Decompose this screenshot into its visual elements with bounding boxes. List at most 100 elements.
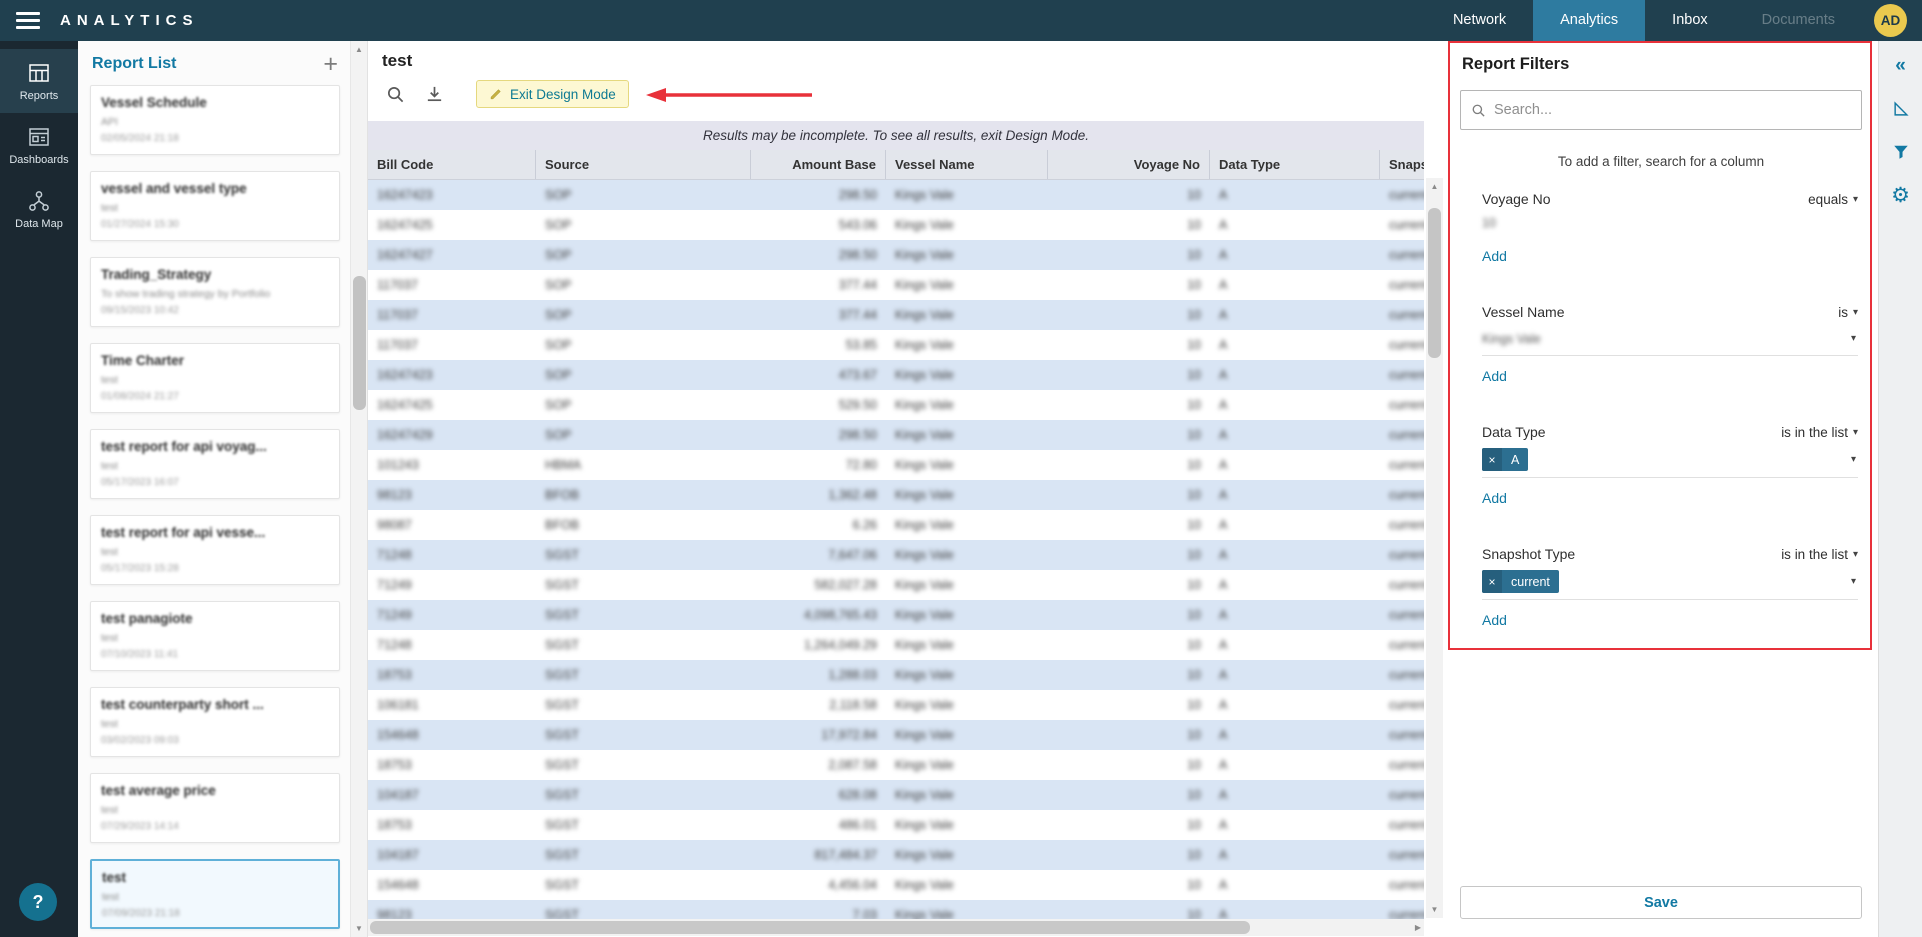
scroll-up-icon[interactable]: ▲: [351, 45, 367, 54]
top-nav-inbox[interactable]: Inbox: [1645, 0, 1734, 41]
cell-vessel-name: Kings Vale: [886, 180, 1048, 210]
table-row[interactable]: 71248SGST1,264,049.29Kings Vale10Acurren…: [368, 630, 1424, 660]
report-card[interactable]: test average pricetest07/29/2023 14:14: [90, 773, 340, 843]
filter-operator-value: is in the list: [1781, 425, 1848, 440]
table-row[interactable]: 71249SGST582,027.28Kings Vale10Acurrent: [368, 570, 1424, 600]
table-horizontal-scrollbar-thumb[interactable]: [370, 921, 1250, 934]
column-header-voyage-no[interactable]: Voyage No: [1048, 150, 1210, 179]
cell-snapshot-type: current: [1380, 780, 1424, 810]
table-vertical-scrollbar[interactable]: ▲ ▼: [1426, 178, 1443, 918]
table-horizontal-scrollbar[interactable]: ▶: [368, 919, 1424, 936]
collapse-panel-icon[interactable]: «: [1888, 53, 1914, 79]
top-nav-analytics[interactable]: Analytics: [1533, 0, 1645, 41]
filter-search-input[interactable]: [1494, 102, 1851, 118]
table-row[interactable]: 98123BFOB1,362.48Kings Vale10Acurrent: [368, 480, 1424, 510]
search-icon[interactable]: [386, 85, 405, 104]
filter-operator-dropdown[interactable]: is▾: [1838, 305, 1858, 320]
filter-value-input[interactable]: 10: [1482, 216, 1858, 236]
table-row[interactable]: 71249SGST4,098,765.43Kings Vale10Acurren…: [368, 600, 1424, 630]
table-row[interactable]: 16247423SOP473.67Kings Vale10Acurrent: [368, 360, 1424, 390]
filter-value-dropdown[interactable]: ×A▾: [1482, 448, 1858, 478]
filter-chip-label: A: [1502, 448, 1528, 471]
table-row[interactable]: 117037SOP377.44Kings Vale10Acurrent: [368, 300, 1424, 330]
report-list-scrollbar[interactable]: ▲ ▼: [350, 41, 367, 937]
table-row[interactable]: 101243HBMA72.80Kings Vale10Acurrent: [368, 450, 1424, 480]
table-row[interactable]: 16247429SOP298.50Kings Vale10Acurrent: [368, 420, 1424, 450]
table-row[interactable]: 18753SGST1,288.03Kings Vale10Acurrent: [368, 660, 1424, 690]
column-header-source[interactable]: Source: [536, 150, 751, 179]
scroll-up-icon[interactable]: ▲: [1426, 182, 1443, 191]
filter-value-dropdown[interactable]: Kings Vale▾: [1482, 328, 1858, 356]
filter-operator-dropdown[interactable]: equals▾: [1808, 192, 1858, 207]
table-row[interactable]: 16247425SOP543.06Kings Vale10Acurrent: [368, 210, 1424, 240]
table-row[interactable]: 16247423SOP298.50Kings Vale10Acurrent: [368, 180, 1424, 210]
filter-group-vessel-name: Vessel Nameis▾Kings Vale▾Add: [1482, 304, 1858, 384]
filter-value-dropdown[interactable]: ×current▾: [1482, 570, 1858, 600]
scroll-down-icon[interactable]: ▼: [351, 924, 367, 933]
cell-bill-code: 104187: [368, 840, 536, 870]
filter-operator-dropdown[interactable]: is in the list▾: [1781, 425, 1858, 440]
report-card[interactable]: Trading_StrategyTo show trading strategy…: [90, 257, 340, 327]
add-filter-value-link[interactable]: Add: [1482, 490, 1507, 506]
add-filter-value-link[interactable]: Add: [1482, 248, 1507, 264]
top-nav-documents[interactable]: Documents: [1735, 0, 1862, 41]
filter-operator-dropdown[interactable]: is in the list▾: [1781, 547, 1858, 562]
table-row[interactable]: 18753SGST486.01Kings Vale10Acurrent: [368, 810, 1424, 840]
report-card[interactable]: test report for api voyag...test05/17/20…: [90, 429, 340, 499]
report-card[interactable]: Vessel ScheduleAPI02/05/2024 21:18: [90, 85, 340, 155]
cell-vessel-name: Kings Vale: [886, 450, 1048, 480]
column-header-amount-base[interactable]: Amount Base: [751, 150, 886, 179]
report-card[interactable]: vessel and vessel typetest01/27/2024 15:…: [90, 171, 340, 241]
report-card[interactable]: test panagiotetest07/10/2023 11:41: [90, 601, 340, 671]
remove-chip-icon[interactable]: ×: [1482, 448, 1502, 471]
cell-data-type: A: [1210, 510, 1380, 540]
table-row[interactable]: 98087BFOB6.26Kings Vale10Acurrent: [368, 510, 1424, 540]
column-header-snapshot-type[interactable]: Snapshot Type: [1380, 150, 1424, 179]
remove-chip-icon[interactable]: ×: [1482, 570, 1502, 593]
table-row[interactable]: 117037SOP377.44Kings Vale10Acurrent: [368, 270, 1424, 300]
report-card[interactable]: Time Chartertest01/08/2024 21:27: [90, 343, 340, 413]
report-card-title: test report for api voyag...: [101, 439, 329, 454]
column-header-vessel-name[interactable]: Vessel Name: [886, 150, 1048, 179]
table-row[interactable]: 104187SGST628.08Kings Vale10Acurrent: [368, 780, 1424, 810]
scroll-right-icon[interactable]: ▶: [1415, 923, 1421, 932]
scroll-down-icon[interactable]: ▼: [1426, 905, 1443, 914]
design-tools-icon[interactable]: [1888, 96, 1914, 122]
avatar[interactable]: AD: [1874, 4, 1907, 37]
exit-design-mode-button[interactable]: Exit Design Mode: [476, 80, 629, 108]
cell-source: SGST: [536, 780, 751, 810]
add-filter-value-link[interactable]: Add: [1482, 612, 1507, 628]
save-button[interactable]: Save: [1460, 886, 1862, 919]
sidebar-item-data-map[interactable]: Data Map: [0, 177, 78, 241]
add-filter-value-link[interactable]: Add: [1482, 368, 1507, 384]
report-card-list: Vessel ScheduleAPI02/05/2024 21:18 vessel…: [78, 83, 350, 937]
download-icon[interactable]: [425, 85, 444, 104]
table-row[interactable]: 106181SGST2,118.58Kings Vale10Acurrent: [368, 690, 1424, 720]
report-card[interactable]: test counterparty short ...test03/02/202…: [90, 687, 340, 757]
column-header-data-type[interactable]: Data Type: [1210, 150, 1380, 179]
report-card[interactable]: test report for api vesse...test05/17/20…: [90, 515, 340, 585]
table-vertical-scrollbar-thumb[interactable]: [1428, 208, 1441, 358]
table-row[interactable]: 117037SOP53.85Kings Vale10Acurrent: [368, 330, 1424, 360]
report-list-scrollbar-thumb[interactable]: [353, 276, 366, 410]
sidebar-item-dashboards[interactable]: Dashboards: [0, 113, 78, 177]
sidebar-item-reports[interactable]: Reports: [0, 49, 78, 113]
cell-data-type: A: [1210, 870, 1380, 900]
column-header-bill-code[interactable]: Bill Code: [368, 150, 536, 179]
table-row[interactable]: 16247427SOP298.50Kings Vale10Acurrent: [368, 240, 1424, 270]
table-row[interactable]: 154648SGST4,456.04Kings Vale10Acurrent: [368, 870, 1424, 900]
report-card[interactable]: testtest07/09/2023 21:18: [90, 859, 340, 929]
settings-gear-icon[interactable]: ⚙: [1888, 182, 1914, 208]
help-button[interactable]: ?: [19, 883, 57, 921]
table-row[interactable]: 104187SGST817,484.37Kings Vale10Acurrent: [368, 840, 1424, 870]
table-row[interactable]: 71248SGST7,647.06Kings Vale10Acurrent: [368, 540, 1424, 570]
add-report-button[interactable]: +: [323, 54, 338, 74]
hamburger-menu-icon[interactable]: [16, 12, 40, 29]
table-row[interactable]: 16247425SOP529.50Kings Vale10Acurrent: [368, 390, 1424, 420]
table-row[interactable]: 98123SGST7.03Kings Vale10Acurrent: [368, 900, 1424, 920]
report-list-inner: Report List + Vessel ScheduleAPI02/05/20…: [78, 41, 350, 937]
top-nav-network[interactable]: Network: [1426, 0, 1533, 41]
table-row[interactable]: 18753SGST2,087.58Kings Vale10Acurrent: [368, 750, 1424, 780]
filter-icon[interactable]: [1888, 139, 1914, 165]
table-row[interactable]: 154648SGST17,972.84Kings Vale10Acurrent: [368, 720, 1424, 750]
